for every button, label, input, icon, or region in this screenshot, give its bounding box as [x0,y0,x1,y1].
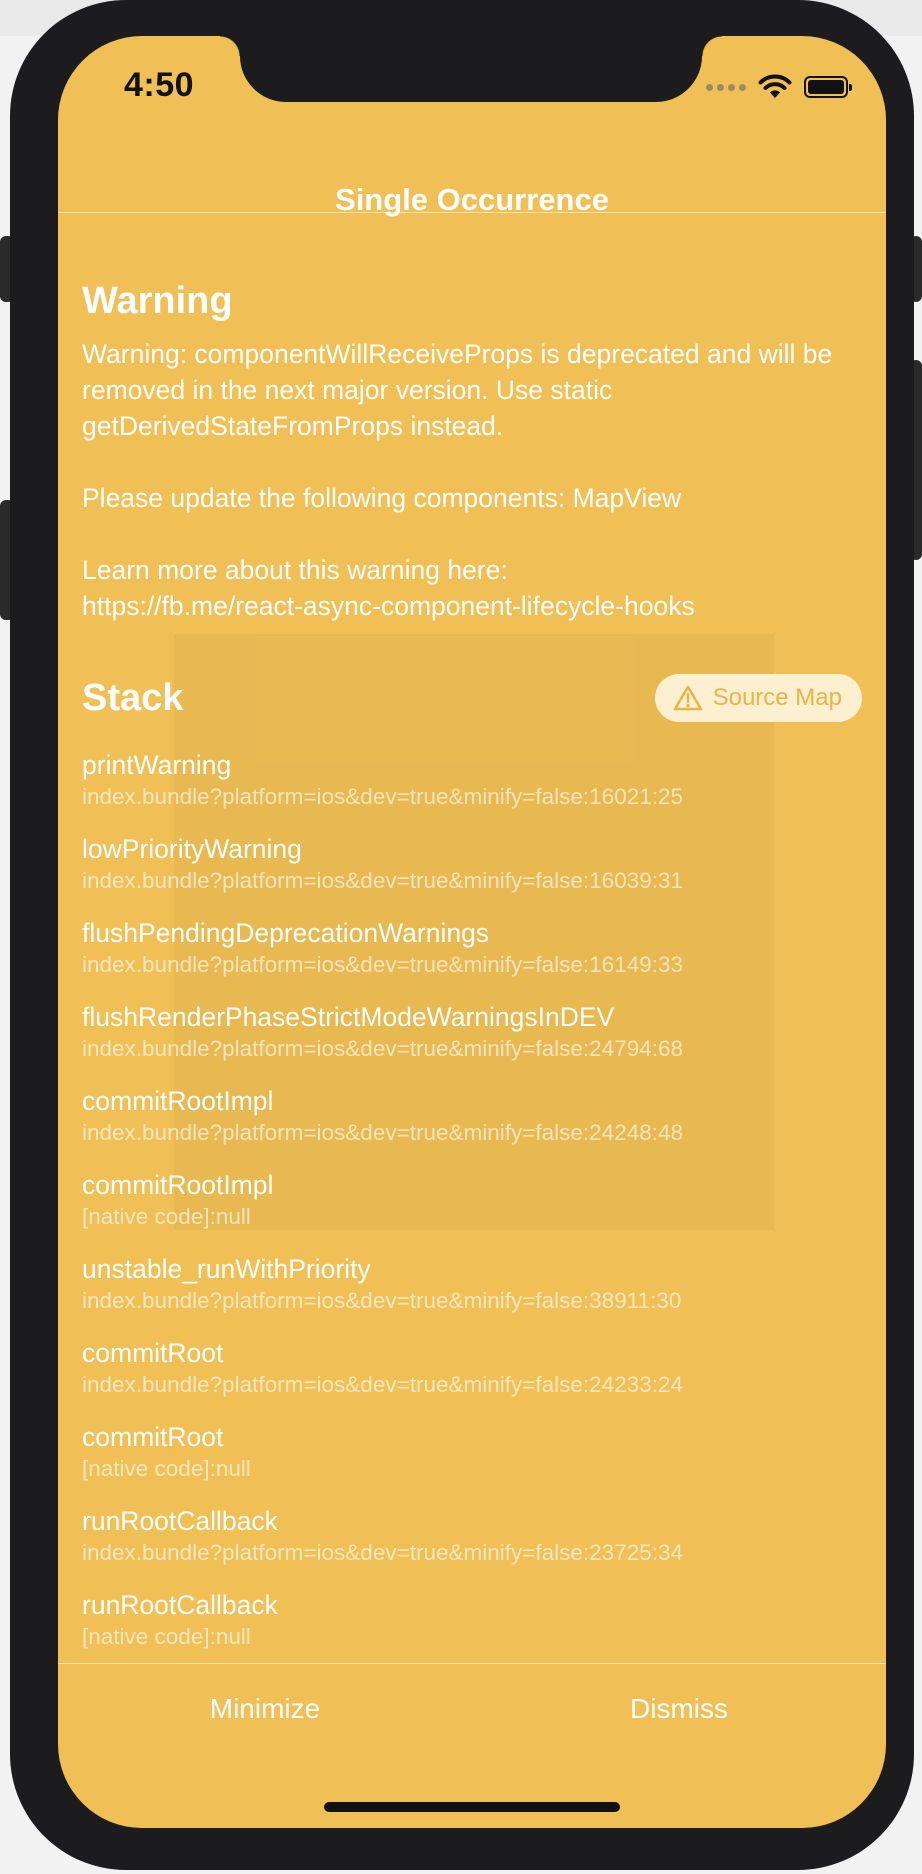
stack-frame-name: commitRoot [82,1422,224,1452]
stack-frame[interactable]: lowPriorityWarning index.bundle?platform=… [82,832,862,916]
source-map-label: Source Map [712,684,842,711]
stack-frame-list: printWarning index.bundle?platform=ios&de… [82,748,862,1664]
stack-frame-name: flushRenderPhaseStrictModeWarningsInDEV [82,1002,615,1032]
stack-frame-location: index.bundle?platform=ios&dev=true&minif… [82,952,684,977]
stack-title: Stack [82,677,184,719]
wifi-icon [758,74,792,98]
stack-frame-location: [native code]:null [82,1204,251,1229]
stack-frame[interactable]: printWarning index.bundle?platform=ios&de… [82,748,862,832]
stack-frame-name: flushPendingDeprecationWarnings [82,918,490,948]
stack-frame-location: index.bundle?platform=ios&dev=true&minif… [82,868,684,893]
stack-frame-name: unstable_runWithPriority [82,1254,371,1284]
status-time: 4:50 [124,66,195,104]
stack-frame[interactable]: runRootCallback index.bundle?platform=ios… [82,1504,862,1588]
warning-title: Warning [82,280,233,322]
stack-frame[interactable]: flushRenderPhaseStrictModeWarningsInDEV i… [82,1000,862,1084]
cellular-signal-icon [706,83,746,91]
redbox-screen: 4:50 Single Occurrence Warning Warning: … [58,36,886,1828]
stack-frame-location: index.bundle?platform=ios&dev=true&minif… [82,784,684,809]
stack-frame-name: runRootCallback [82,1506,278,1536]
inspector-content[interactable]: Warning Warning: componentWillReceivePro… [82,212,862,1664]
stack-frame[interactable]: commitRootImpl [native code]:null [82,1168,862,1252]
minimize-button[interactable]: Minimize [58,1692,472,1726]
stack-frame-location: index.bundle?platform=ios&dev=true&minif… [82,1540,684,1565]
phone-frame: 4:50 Single Occurrence Warning Warning: … [10,0,914,1870]
stack-frame-location: index.bundle?platform=ios&dev=true&minif… [82,1288,682,1313]
warning-triangle-icon [673,685,702,711]
stack-frame-name: lowPriorityWarning [82,834,302,864]
stack-frame[interactable]: unstable_runWithPriority index.bundle?pla… [82,1252,862,1336]
stack-frame-name: commitRoot [82,1338,224,1368]
stack-frame[interactable]: commitRootImpl index.bundle?platform=ios&… [82,1084,862,1168]
stack-frame-location: index.bundle?platform=ios&dev=true&minif… [82,1120,684,1145]
source-map-button[interactable]: Source Map [654,674,862,722]
stack-frame-name: printWarning [82,750,232,780]
stack-frame-location: index.bundle?platform=ios&dev=true&minif… [82,1036,684,1061]
stack-frame[interactable]: flushPendingDeprecationWarnings index.bun… [82,916,862,1000]
stack-frame-location: [native code]:null [82,1624,251,1649]
battery-icon [804,76,852,98]
status-icons [706,74,852,100]
home-indicator [324,1802,620,1812]
stack-frame-location: [native code]:null [82,1456,251,1481]
dismiss-button[interactable]: Dismiss [472,1692,886,1726]
stack-frame[interactable]: commitRoot [native code]:null [82,1420,862,1504]
stack-frame-location: index.bundle?platform=ios&dev=true&minif… [82,1372,684,1397]
stack-frame[interactable]: runRootCallback [native code]:null [82,1588,862,1664]
stack-frame-name: commitRootImpl [82,1170,274,1200]
device-notch [220,36,722,102]
stack-frame-name: runRootCallback [82,1590,278,1620]
stack-frame[interactable]: commitRoot index.bundle?platform=ios&dev=… [82,1336,862,1420]
stack-frame-name: commitRootImpl [82,1086,274,1116]
warning-message: Warning: componentWillReceiveProps is de… [82,339,833,621]
